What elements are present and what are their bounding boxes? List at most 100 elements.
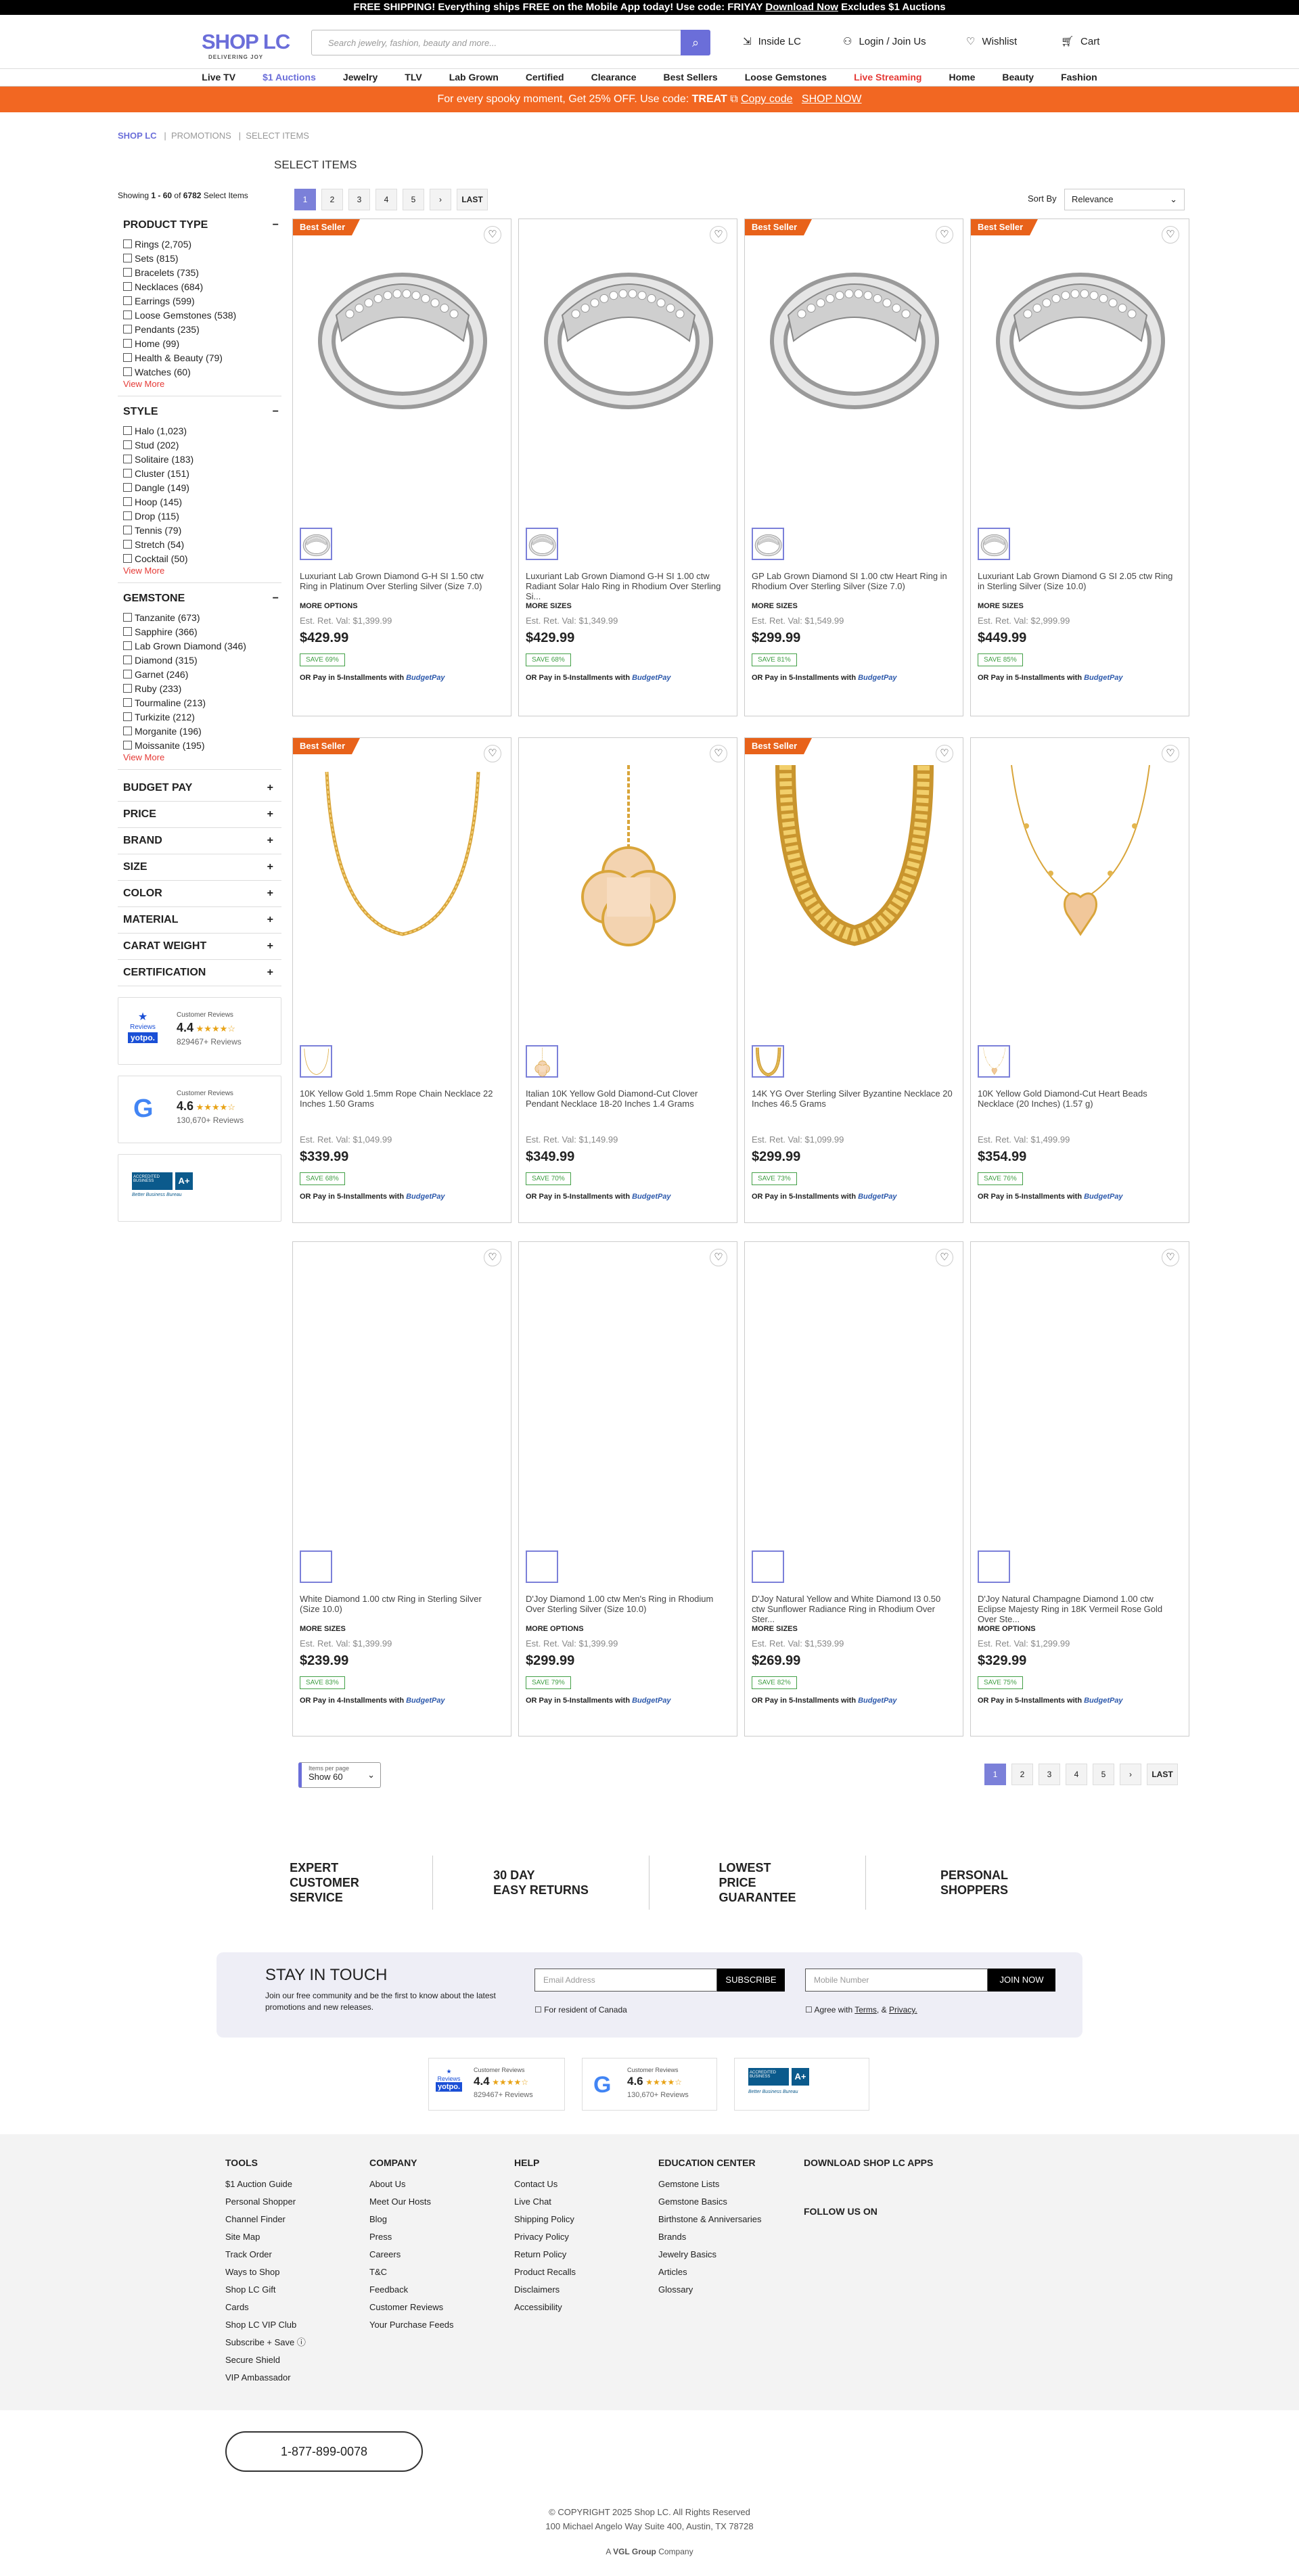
checkbox[interactable] bbox=[123, 367, 132, 376]
footer-link[interactable]: Careers bbox=[369, 2246, 454, 2263]
nav-item[interactable]: Clearance bbox=[578, 69, 650, 86]
checkbox[interactable] bbox=[123, 469, 132, 478]
filter-option[interactable]: Stretch (54) bbox=[123, 537, 279, 551]
yotpo-review-badge[interactable]: ★ Reviews yotpo. Customer Reviews 4.4 ★★… bbox=[118, 997, 281, 1065]
product-card[interactable]: ♡ 10K Yellow Gold Diamond-Cut Heart Beads… bbox=[970, 737, 1189, 1223]
search-bar[interactable]: Search jewelry, fashion, beauty and more… bbox=[311, 30, 710, 55]
checkbox[interactable] bbox=[123, 684, 132, 693]
view-more-link[interactable]: View More bbox=[123, 379, 279, 389]
view-more-link[interactable]: View More bbox=[123, 752, 279, 762]
budgetpay-note[interactable]: OR Pay in 5-Installments with BudgetPay bbox=[978, 1193, 1123, 1201]
footer-link[interactable]: Track Order bbox=[225, 2246, 306, 2263]
footer-link[interactable]: Channel Finder bbox=[225, 2211, 306, 2228]
page-button[interactable]: 4 bbox=[375, 189, 397, 210]
product-image[interactable] bbox=[306, 1262, 499, 1452]
download-now-link[interactable]: Download Now bbox=[765, 1, 838, 13]
checkbox[interactable] bbox=[123, 325, 132, 334]
product-card[interactable]: Best Seller ♡ 14K YG Over Sterling Silver … bbox=[744, 737, 963, 1223]
filter-option[interactable]: Health & Beauty (79) bbox=[123, 350, 279, 365]
checkbox[interactable] bbox=[123, 310, 132, 319]
footer-link[interactable]: Brands bbox=[658, 2228, 761, 2246]
footer-link[interactable]: Shop LC VIP Club bbox=[225, 2316, 306, 2334]
items-per-page-select[interactable]: Items per page Show 60 ⌄ bbox=[298, 1762, 381, 1788]
product-image[interactable] bbox=[758, 239, 951, 429]
footer-link[interactable]: Your Purchase Feeds bbox=[369, 2316, 454, 2334]
privacy-link[interactable]: Privacy. bbox=[889, 2005, 917, 2015]
checkbox[interactable] bbox=[123, 727, 132, 735]
copy-code-link[interactable]: Copy code bbox=[741, 93, 793, 105]
footer-link[interactable]: Shop LC Gift bbox=[225, 2281, 306, 2299]
phone-number[interactable]: 1-877-899-0078 bbox=[225, 2431, 423, 2472]
more-options-label[interactable]: MORE OPTIONS bbox=[526, 1625, 584, 1633]
checkbox[interactable] bbox=[123, 426, 132, 435]
budgetpay-note[interactable]: OR Pay in 5-Installments with BudgetPay bbox=[752, 1697, 897, 1705]
product-image[interactable] bbox=[532, 758, 725, 948]
terms-link[interactable]: Terms bbox=[854, 2005, 877, 2015]
product-image[interactable] bbox=[984, 758, 1177, 948]
filter-collapsed-brand[interactable]: BRAND + bbox=[118, 828, 281, 854]
filter-option[interactable]: Halo (1,023) bbox=[123, 423, 279, 438]
filter-option[interactable]: Lab Grown Diamond (346) bbox=[123, 639, 279, 653]
footer-link[interactable]: Gemstone Lists bbox=[658, 2176, 761, 2193]
checkbox[interactable] bbox=[123, 627, 132, 636]
page-button[interactable]: 5 bbox=[403, 189, 424, 210]
filter-option[interactable]: Garnet (246) bbox=[123, 667, 279, 681]
nav-item[interactable]: Certified bbox=[512, 69, 578, 86]
product-thumbnail[interactable] bbox=[752, 1045, 784, 1078]
google-review-badge[interactable]: G Customer Reviews 4.6 ★★★★☆ 130,670+ Re… bbox=[118, 1076, 281, 1143]
budgetpay-note[interactable]: OR Pay in 5-Installments with BudgetPay bbox=[752, 1193, 897, 1201]
filter-option[interactable]: Watches (60) bbox=[123, 365, 279, 379]
product-thumbnail[interactable] bbox=[300, 528, 332, 560]
filter-option[interactable]: Drop (115) bbox=[123, 509, 279, 523]
view-more-link[interactable]: View More bbox=[123, 566, 279, 576]
footer-link[interactable]: Ways to Shop bbox=[225, 2263, 306, 2281]
product-name[interactable]: White Diamond 1.00 ctw Ring in Sterling … bbox=[300, 1594, 503, 1614]
product-thumbnail[interactable] bbox=[526, 528, 558, 560]
login-link[interactable]: ⚇ Login / Join Us bbox=[843, 35, 926, 48]
footer-link[interactable]: Articles bbox=[658, 2263, 761, 2281]
product-thumbnail[interactable] bbox=[526, 1045, 558, 1078]
checkbox[interactable] bbox=[123, 353, 132, 362]
filter-collapsed-size[interactable]: SIZE + bbox=[118, 854, 281, 881]
page-button[interactable]: LAST bbox=[457, 189, 488, 210]
agree-checkbox[interactable]: ☐ Agree with Terms, & Privacy. bbox=[805, 2005, 917, 2015]
filter-option[interactable]: Tennis (79) bbox=[123, 523, 279, 537]
join-now-button[interactable]: JOIN NOW bbox=[988, 1969, 1055, 1992]
filter-option[interactable]: Tourmaline (213) bbox=[123, 695, 279, 710]
page-button[interactable]: 2 bbox=[1011, 1764, 1033, 1785]
page-button[interactable]: 3 bbox=[1039, 1764, 1060, 1785]
filter-header[interactable]: PRODUCT TYPE − bbox=[123, 219, 279, 231]
nav-item[interactable]: Live Streaming bbox=[840, 69, 935, 86]
filter-collapsed-price[interactable]: PRICE + bbox=[118, 802, 281, 828]
mobile-field[interactable]: Mobile Number bbox=[805, 1969, 988, 1992]
footer-link[interactable]: Customer Reviews bbox=[369, 2299, 454, 2316]
nav-item[interactable]: Fashion bbox=[1047, 69, 1111, 86]
product-name[interactable]: Luxuriant Lab Grown Diamond G SI 2.05 ct… bbox=[978, 571, 1181, 591]
product-image[interactable] bbox=[758, 1262, 951, 1452]
nav-item[interactable]: Beauty bbox=[988, 69, 1047, 86]
product-image[interactable] bbox=[984, 1262, 1177, 1452]
product-card[interactable]: Best Seller ♡ GP Lab Grown Diamond SI 1.00… bbox=[744, 218, 963, 716]
footer-link[interactable]: Shipping Policy bbox=[514, 2211, 576, 2228]
nav-item[interactable]: $1 Auctions bbox=[249, 69, 329, 86]
footer-link[interactable]: Site Map bbox=[225, 2228, 306, 2246]
page-button[interactable]: LAST bbox=[1147, 1764, 1178, 1785]
page-button[interactable]: 3 bbox=[348, 189, 370, 210]
product-name[interactable]: D'Joy Diamond 1.00 ctw Men's Ring in Rho… bbox=[526, 1594, 729, 1614]
footer-link[interactable]: Glossary bbox=[658, 2281, 761, 2299]
filter-option[interactable]: Cluster (151) bbox=[123, 466, 279, 480]
footer-link[interactable]: Privacy Policy bbox=[514, 2228, 576, 2246]
product-card[interactable]: ♡ D'Joy Natural Yellow and White Diamond … bbox=[744, 1241, 963, 1736]
filter-option[interactable]: Moissanite (195) bbox=[123, 738, 279, 752]
checkbox[interactable] bbox=[123, 698, 132, 707]
breadcrumb-promotions[interactable]: PROMOTIONS bbox=[171, 131, 231, 141]
filter-option[interactable]: Solitaire (183) bbox=[123, 452, 279, 466]
budgetpay-note[interactable]: OR Pay in 5-Installments with BudgetPay bbox=[300, 1193, 445, 1201]
nav-item[interactable]: Live TV bbox=[188, 69, 249, 86]
checkbox[interactable] bbox=[123, 282, 132, 291]
page-button[interactable]: › bbox=[430, 189, 451, 210]
product-image[interactable] bbox=[306, 758, 499, 948]
breadcrumb-home[interactable]: SHOP LC bbox=[118, 131, 157, 141]
product-name[interactable]: D'Joy Natural Champagne Diamond 1.00 ctw… bbox=[978, 1594, 1181, 1624]
checkbox[interactable] bbox=[123, 440, 132, 449]
